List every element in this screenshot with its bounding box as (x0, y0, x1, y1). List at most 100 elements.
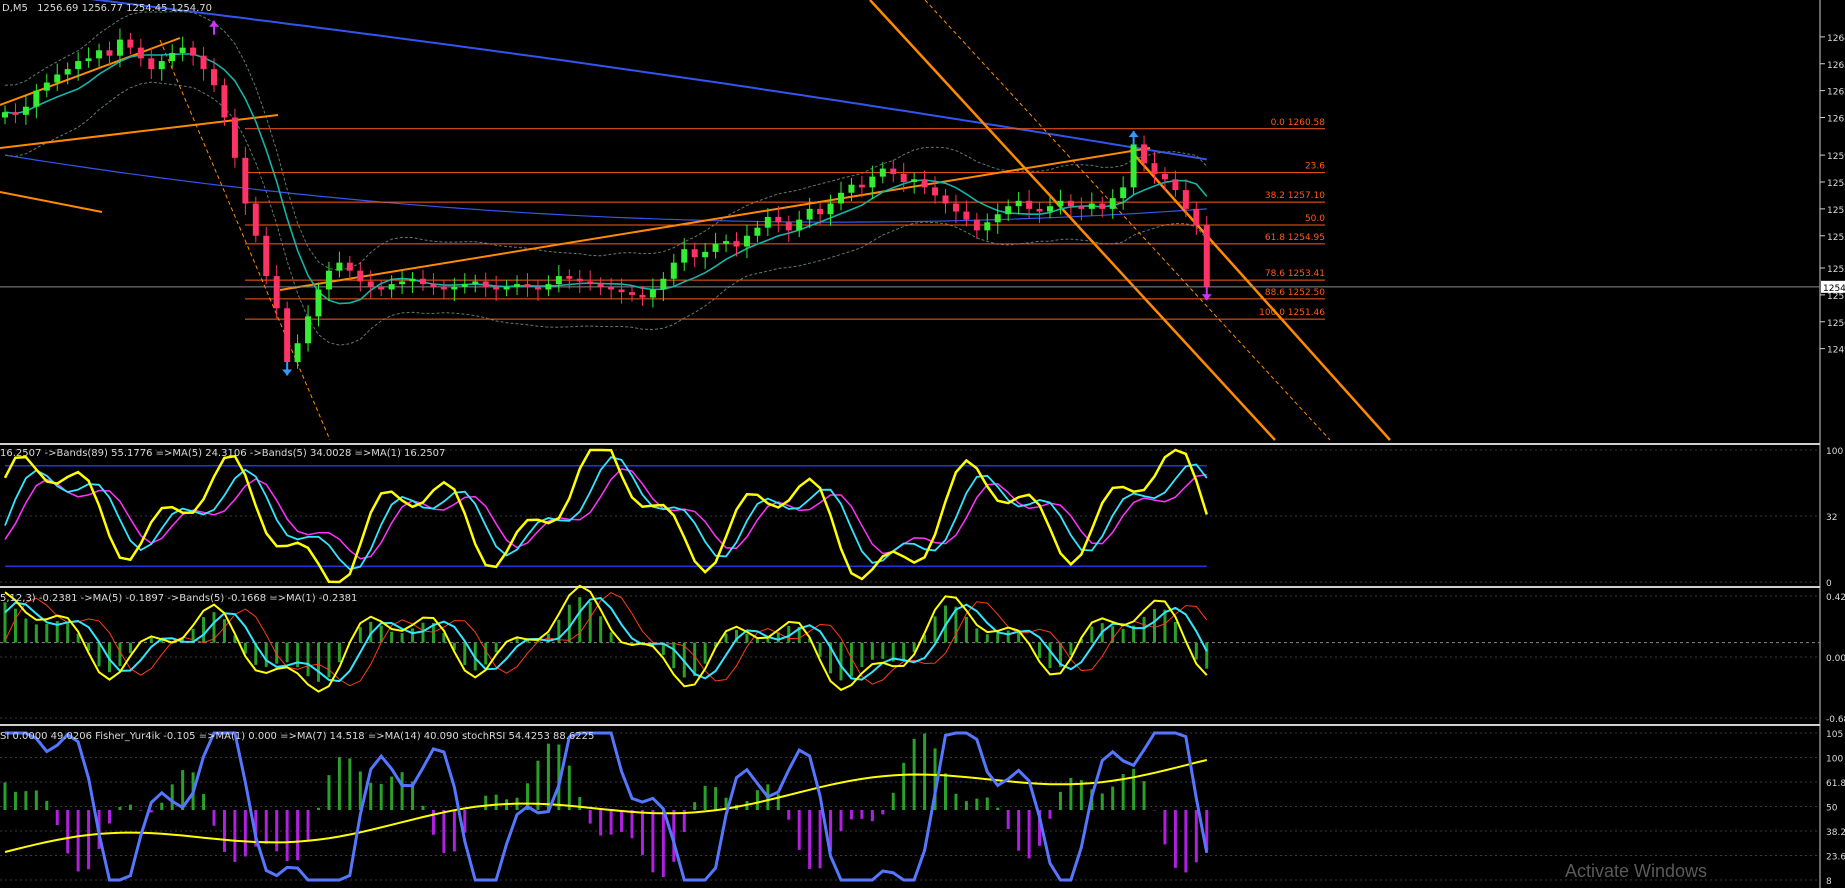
candle[interactable] (106, 50, 113, 56)
candle[interactable] (127, 39, 134, 48)
candle[interactable] (932, 187, 939, 196)
candle[interactable] (1015, 200, 1022, 207)
candle[interactable] (869, 176, 876, 188)
candle[interactable] (472, 281, 479, 285)
candle[interactable] (1172, 179, 1179, 191)
candle[interactable] (670, 262, 677, 279)
candle[interactable] (890, 168, 897, 174)
candle[interactable] (252, 203, 259, 236)
candle[interactable] (273, 276, 280, 309)
candle[interactable] (1088, 203, 1095, 209)
candle[interactable] (211, 69, 217, 86)
candle[interactable] (85, 58, 92, 62)
candle[interactable] (712, 243, 719, 252)
candle[interactable] (994, 214, 1001, 223)
candle[interactable] (43, 82, 50, 91)
trading-chart[interactable]: 0.0 1260.58 23.6 38.2 1257.10 50.0 61.8 1254… (0, 0, 1845, 888)
candle[interactable] (597, 284, 604, 287)
candle[interactable] (357, 270, 364, 282)
candle[interactable] (158, 61, 165, 70)
candle[interactable] (817, 208, 824, 215)
candle[interactable] (231, 117, 238, 158)
candle[interactable] (221, 85, 228, 118)
candle[interactable] (639, 294, 646, 298)
candle[interactable] (294, 343, 301, 363)
candle[interactable] (608, 286, 615, 290)
candle[interactable] (827, 203, 834, 215)
candle[interactable] (952, 203, 959, 212)
candle[interactable] (440, 286, 447, 290)
candle[interactable] (775, 216, 782, 223)
candle[interactable] (618, 289, 625, 293)
candle[interactable] (1057, 200, 1064, 207)
candle[interactable] (503, 286, 510, 290)
candle[interactable] (493, 286, 500, 290)
candle[interactable] (534, 286, 541, 290)
candle[interactable] (806, 208, 813, 220)
candle[interactable] (702, 251, 709, 258)
candle[interactable] (190, 47, 197, 56)
candle[interactable] (1130, 144, 1137, 188)
candle[interactable] (545, 284, 552, 290)
candle[interactable] (1141, 144, 1148, 164)
candle[interactable] (1182, 190, 1189, 209)
candle[interactable] (723, 241, 730, 244)
candle[interactable] (963, 211, 970, 220)
candle[interactable] (1036, 208, 1043, 212)
candle[interactable] (576, 278, 583, 282)
candle[interactable] (629, 292, 635, 295)
candle[interactable] (64, 69, 71, 75)
candle[interactable] (96, 50, 103, 59)
candle[interactable] (33, 90, 40, 107)
candle[interactable] (566, 276, 573, 279)
candle[interactable] (524, 284, 531, 287)
candle[interactable] (1078, 206, 1085, 209)
candle[interactable] (179, 47, 186, 53)
candle[interactable] (242, 157, 249, 204)
candle[interactable] (1026, 200, 1033, 209)
candle[interactable] (764, 216, 771, 228)
candle[interactable] (12, 112, 19, 115)
candle[interactable] (911, 179, 918, 182)
candle[interactable] (2, 112, 8, 118)
candle[interactable] (838, 192, 844, 204)
candle[interactable] (649, 289, 656, 298)
candle[interactable] (514, 284, 521, 287)
candle[interactable] (367, 281, 374, 287)
candle[interactable] (137, 47, 144, 59)
candle[interactable] (75, 61, 82, 70)
candle[interactable] (858, 184, 865, 188)
candle[interactable] (973, 219, 980, 231)
candle[interactable] (1047, 206, 1053, 212)
candle[interactable] (325, 270, 332, 290)
candle[interactable] (336, 262, 343, 271)
candle[interactable] (169, 53, 176, 62)
candle[interactable] (848, 184, 855, 193)
candle[interactable] (733, 241, 740, 247)
candle[interactable] (796, 219, 803, 231)
candle[interactable] (388, 284, 395, 290)
candle[interactable] (743, 235, 750, 247)
candle[interactable] (200, 55, 207, 70)
candle[interactable] (451, 286, 458, 290)
candle[interactable] (284, 308, 291, 363)
candle[interactable] (263, 235, 270, 277)
candle[interactable] (1109, 198, 1116, 209)
candle[interactable] (984, 222, 991, 231)
candle[interactable] (1161, 173, 1168, 180)
candle[interactable] (681, 249, 688, 263)
candle[interactable] (409, 278, 416, 282)
candle[interactable] (378, 286, 385, 290)
candle[interactable] (921, 179, 928, 188)
candle[interactable] (346, 262, 353, 271)
candle[interactable] (1203, 225, 1210, 287)
candle[interactable] (587, 281, 594, 285)
candle[interactable] (22, 106, 29, 115)
candle[interactable] (430, 284, 437, 287)
candle[interactable] (482, 281, 489, 287)
candle[interactable] (691, 249, 698, 258)
candle[interactable] (900, 173, 907, 182)
candle[interactable] (555, 276, 562, 285)
candle[interactable] (879, 168, 886, 177)
candle[interactable] (54, 74, 61, 83)
